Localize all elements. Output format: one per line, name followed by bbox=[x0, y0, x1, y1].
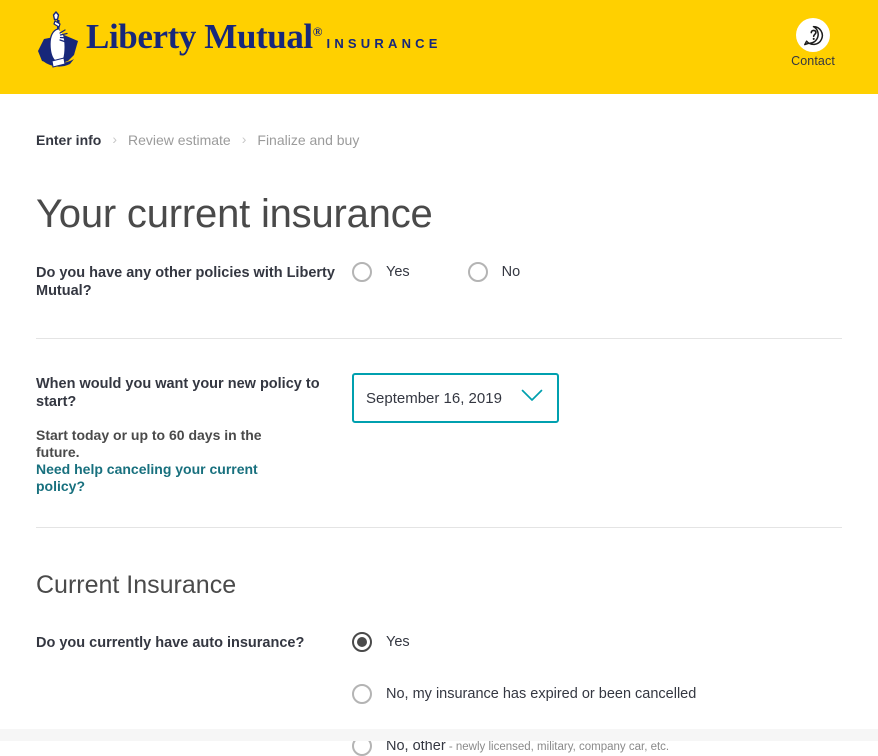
question-policy-start: When would you want your new policy to s… bbox=[36, 373, 842, 495]
cancel-policy-help-link[interactable]: Need help canceling your current policy? bbox=[36, 461, 286, 495]
content-column: Enter info › Review estimate › Finalize … bbox=[36, 94, 842, 756]
radio-option-other-policies-yes[interactable]: Yes bbox=[352, 262, 410, 282]
chevron-down-icon bbox=[521, 389, 543, 407]
question-other-policies: Do you have any other policies with Libe… bbox=[36, 262, 842, 300]
other-policies-field: Yes No bbox=[352, 262, 842, 282]
breadcrumb-item-enter-info[interactable]: Enter info bbox=[36, 132, 101, 148]
radio-option-has-insurance-yes[interactable]: Yes bbox=[352, 632, 842, 652]
policy-start-label: When would you want your new policy to s… bbox=[36, 375, 352, 411]
radio-option-insurance-expired-or-cancelled[interactable]: No, my insurance has expired or been can… bbox=[352, 684, 842, 704]
breadcrumb-item-finalize-and-buy[interactable]: Finalize and buy bbox=[257, 132, 359, 148]
radio-label: No, my insurance has expired or been can… bbox=[386, 685, 696, 703]
policy-start-date-dropdown[interactable]: September 16, 2019 bbox=[352, 373, 559, 423]
statue-of-liberty-icon bbox=[34, 11, 82, 73]
site-header: Liberty Mutual® INSURANCE Contact bbox=[0, 0, 878, 94]
current-auto-insurance-label: Do you currently have auto insurance? bbox=[36, 632, 352, 652]
section-divider bbox=[36, 527, 842, 528]
contact-icon-circle bbox=[796, 18, 830, 52]
radio-indicator[interactable] bbox=[352, 262, 372, 282]
radio-option-other-policies-no[interactable]: No bbox=[468, 262, 521, 282]
radio-label: Yes bbox=[386, 633, 410, 651]
breadcrumb-item-review-estimate[interactable]: Review estimate bbox=[128, 132, 231, 148]
policy-start-field: September 16, 2019 bbox=[352, 373, 842, 423]
contact-button[interactable]: Contact bbox=[776, 18, 850, 70]
liberty-mutual-logo[interactable]: Liberty Mutual® INSURANCE bbox=[34, 11, 442, 73]
breadcrumb-separator: › bbox=[112, 132, 117, 146]
radio-label-suffix: - newly licensed, military, company car,… bbox=[446, 741, 669, 753]
contact-label: Contact bbox=[791, 54, 835, 68]
policy-start-field-group: When would you want your new policy to s… bbox=[36, 373, 352, 495]
page-body: Enter info › Review estimate › Finalize … bbox=[0, 94, 878, 741]
breadcrumb-separator: › bbox=[242, 132, 247, 146]
policy-start-helper-text: Start today or up to 60 days in the futu… bbox=[36, 427, 262, 460]
section-divider bbox=[36, 338, 842, 339]
logo-wordmark: Liberty Mutual® bbox=[86, 17, 322, 56]
other-policies-label: Do you have any other policies with Libe… bbox=[36, 262, 352, 300]
other-policies-radio-group: Yes No bbox=[352, 262, 842, 282]
question-speech-bubble-icon bbox=[803, 25, 824, 46]
radio-label: Yes bbox=[386, 263, 410, 281]
radio-label: No bbox=[502, 263, 521, 281]
page-bottom-edge bbox=[0, 729, 878, 741]
radio-indicator[interactable] bbox=[352, 632, 372, 652]
radio-indicator[interactable] bbox=[468, 262, 488, 282]
radio-indicator[interactable] bbox=[352, 684, 372, 704]
policy-start-date-value: September 16, 2019 bbox=[366, 390, 502, 407]
breadcrumb: Enter info › Review estimate › Finalize … bbox=[36, 94, 842, 148]
section-title-current-insurance: Current Insurance bbox=[36, 570, 842, 600]
page-title: Your current insurance bbox=[36, 192, 842, 236]
policy-start-helper: Start today or up to 60 days in the futu… bbox=[36, 427, 286, 495]
logo-subtitle: INSURANCE bbox=[327, 36, 442, 51]
